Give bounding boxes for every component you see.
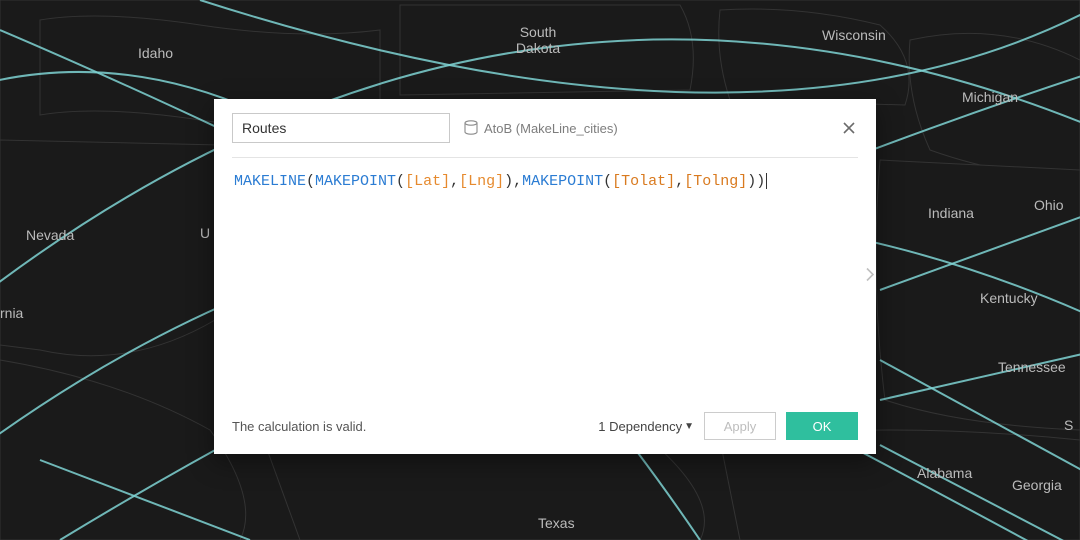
app-stage: South Dakota Wisconsin Michigan Idaho Ne… <box>0 0 1080 540</box>
svg-text:Tennessee: Tennessee <box>998 359 1066 375</box>
apply-button[interactable]: Apply <box>704 412 776 440</box>
svg-text:Ohio: Ohio <box>1034 197 1064 213</box>
fn-makepoint-1: MAKEPOINT <box>315 173 396 190</box>
calc-name-input[interactable] <box>232 113 450 143</box>
dependency-label: 1 Dependency <box>598 419 682 434</box>
datasource-label: AtoB (MakeLine_cities) <box>484 121 618 136</box>
close-icon <box>842 121 856 135</box>
chevron-right-icon <box>866 267 874 281</box>
ok-button[interactable]: OK <box>786 412 858 440</box>
svg-text:Idaho: Idaho <box>138 45 173 61</box>
svg-text:Alabama: Alabama <box>917 465 972 481</box>
calculated-field-dialog: AtoB (MakeLine_cities) MAKELINE(MAKEPOIN… <box>214 99 876 454</box>
field-tolat: [Tolat] <box>612 173 675 190</box>
field-tolng: [Tolng] <box>684 173 747 190</box>
svg-text:Texas: Texas <box>538 515 575 531</box>
datasource-icon <box>464 120 478 136</box>
validation-status: The calculation is valid. <box>232 419 588 434</box>
header-divider <box>232 157 858 158</box>
fn-makeline: MAKELINE <box>234 173 306 190</box>
field-lat: [Lat] <box>405 173 450 190</box>
datasource-indicator: AtoB (MakeLine_cities) <box>464 120 826 136</box>
svg-text:S: S <box>1064 417 1073 433</box>
svg-text:Indiana: Indiana <box>928 205 974 221</box>
svg-text:Michigan: Michigan <box>962 89 1018 105</box>
dialog-header: AtoB (MakeLine_cities) <box>232 113 858 143</box>
svg-text:U: U <box>200 225 210 241</box>
caret-down-icon: ▼ <box>684 421 694 432</box>
dialog-footer: The calculation is valid. 1 Dependency ▼… <box>232 410 858 442</box>
dependency-dropdown[interactable]: 1 Dependency ▼ <box>598 419 694 434</box>
fn-makepoint-2: MAKEPOINT <box>522 173 603 190</box>
svg-text:Georgia: Georgia <box>1012 477 1062 493</box>
expand-handle[interactable] <box>862 263 878 290</box>
svg-text:South: South <box>520 24 557 40</box>
close-button[interactable] <box>840 119 858 137</box>
field-lng: [Lng] <box>459 173 504 190</box>
formula-editor[interactable]: MAKELINE(MAKEPOINT([Lat],[Lng]),MAKEPOIN… <box>232 168 858 410</box>
svg-text:Dakota: Dakota <box>516 40 561 56</box>
text-cursor <box>766 173 767 189</box>
svg-text:Kentucky: Kentucky <box>980 290 1038 306</box>
svg-text:rnia: rnia <box>0 305 24 321</box>
svg-text:Wisconsin: Wisconsin <box>822 27 886 43</box>
svg-text:Nevada: Nevada <box>26 227 74 243</box>
